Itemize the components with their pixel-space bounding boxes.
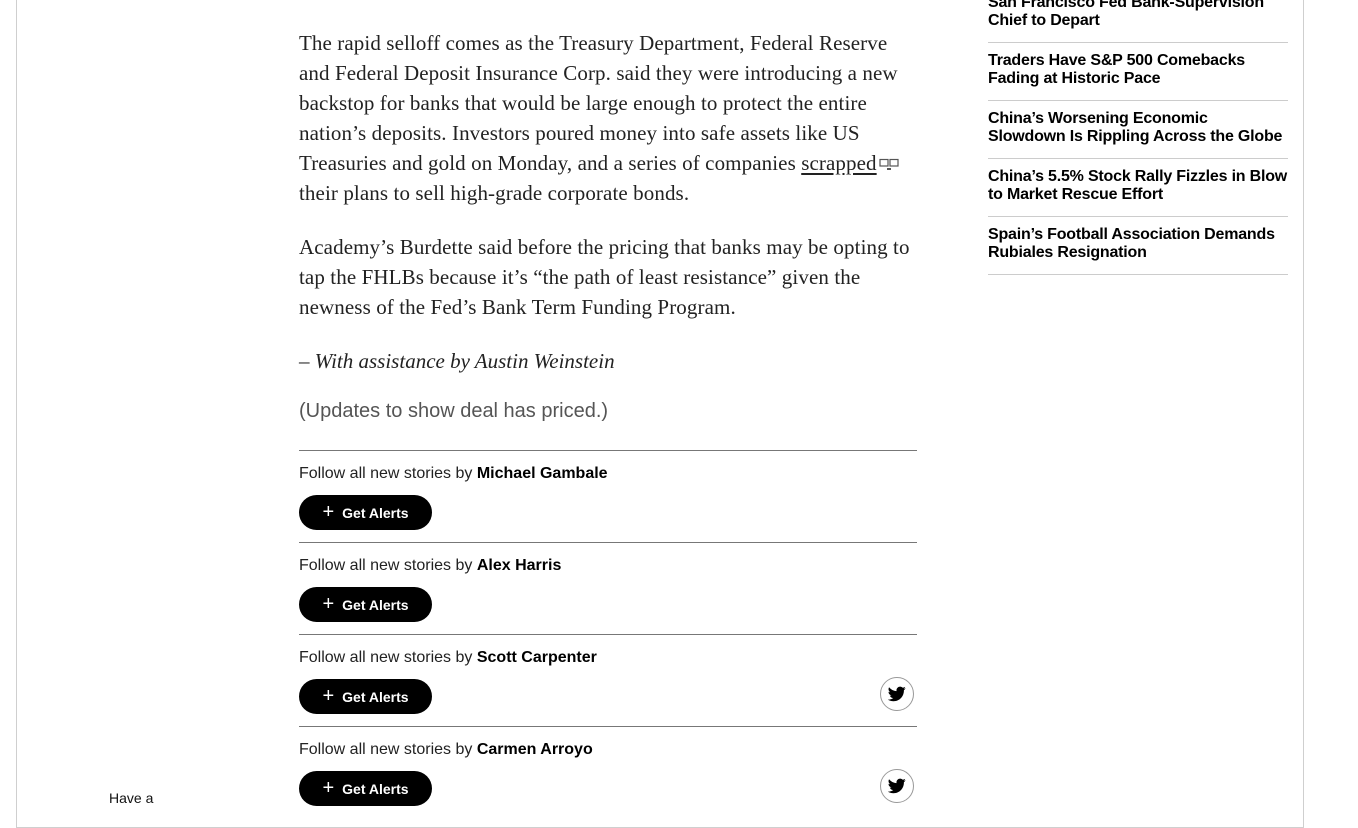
sidebar-story-link[interactable]: Traders Have S&P 500 Comebacks Fading at… bbox=[988, 43, 1288, 101]
follow-text: Follow all new stories by Michael Gambal… bbox=[299, 465, 608, 482]
have-a-tip-text: Have a bbox=[109, 790, 154, 806]
follow-author-block: Follow all new stories by Carmen Arroyo … bbox=[299, 726, 917, 818]
scrapped-link[interactable]: scrapped bbox=[801, 151, 876, 175]
article-paragraph: Academy’s Burdette said before the prici… bbox=[299, 235, 910, 319]
author-name[interactable]: Michael Gambale bbox=[477, 465, 608, 482]
follow-text: Follow all new stories by Carmen Arroyo bbox=[299, 741, 593, 758]
get-alerts-button[interactable]: + Get Alerts bbox=[299, 679, 432, 714]
follow-author-block: Follow all new stories by Scott Carpente… bbox=[299, 634, 917, 726]
byline-text: With assistance by Austin Weinstein bbox=[314, 349, 615, 373]
assistance-byline: – With assistance by Austin Weinstein bbox=[299, 346, 917, 376]
terminal-icon[interactable] bbox=[879, 150, 901, 170]
article-body: The rapid selloff comes as the Treasury … bbox=[299, 28, 917, 818]
paragraph-text: their plans to sell high-grade corporate… bbox=[299, 181, 690, 205]
get-alerts-button[interactable]: + Get Alerts bbox=[299, 587, 432, 622]
follow-author-block: Follow all new stories by Michael Gambal… bbox=[299, 450, 917, 542]
get-alerts-button[interactable]: + Get Alerts bbox=[299, 495, 432, 530]
sidebar-story-link[interactable]: Spain’s Football Association Demands Rub… bbox=[988, 217, 1288, 275]
sidebar-story-link[interactable]: China’s 5.5% Stock Rally Fizzles in Blow… bbox=[988, 159, 1288, 217]
author-name[interactable]: Carmen Arroyo bbox=[477, 741, 593, 758]
twitter-follow-button[interactable] bbox=[880, 769, 914, 803]
follow-text: Follow all new stories by Scott Carpente… bbox=[299, 649, 597, 666]
more-stories-sidebar: San Francisco Fed Bank-Supervision Chief… bbox=[988, 0, 1288, 275]
sidebar-story-link[interactable]: China’s Worsening Economic Slowdown Is R… bbox=[988, 101, 1288, 159]
twitter-follow-button[interactable] bbox=[880, 677, 914, 711]
get-alerts-button[interactable]: + Get Alerts bbox=[299, 771, 432, 806]
plus-icon: + bbox=[322, 776, 335, 799]
twitter-icon bbox=[888, 778, 906, 794]
sidebar-story-link[interactable]: San Francisco Fed Bank-Supervision Chief… bbox=[988, 0, 1288, 43]
byline-dash: – bbox=[299, 349, 315, 373]
plus-icon: + bbox=[322, 592, 335, 615]
author-name[interactable]: Alex Harris bbox=[477, 557, 562, 574]
plus-icon: + bbox=[322, 500, 335, 523]
author-name[interactable]: Scott Carpenter bbox=[477, 649, 597, 666]
follow-author-block: Follow all new stories by Alex Harris + G… bbox=[299, 542, 917, 634]
twitter-icon bbox=[888, 686, 906, 702]
plus-icon: + bbox=[322, 684, 335, 707]
article-paragraph: The rapid selloff comes as the Treasury … bbox=[299, 28, 917, 208]
update-note: (Updates to show deal has priced.) bbox=[299, 400, 609, 422]
follow-text: Follow all new stories by Alex Harris bbox=[299, 557, 562, 574]
